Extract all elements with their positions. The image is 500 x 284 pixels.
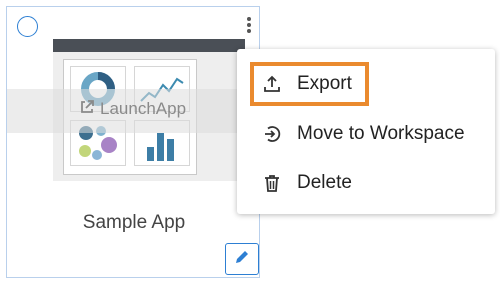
pencil-icon bbox=[234, 249, 250, 270]
export-highlight-box bbox=[250, 62, 369, 106]
arrow-circle-right-icon bbox=[261, 123, 283, 145]
launch-app-label: LaunchApp bbox=[100, 99, 187, 118]
trash-icon bbox=[261, 172, 283, 194]
select-checkbox[interactable] bbox=[17, 16, 38, 37]
launch-app-link[interactable]: LaunchApp bbox=[79, 97, 186, 121]
external-link-icon bbox=[79, 99, 95, 120]
context-menu: Export Move to Workspace Delete bbox=[237, 49, 495, 214]
app-card[interactable]: LaunchApp Sample App bbox=[6, 6, 260, 278]
menu-item-label: Delete bbox=[297, 172, 352, 193]
menu-item-delete[interactable]: Delete bbox=[237, 163, 495, 203]
thumbnail-header-bar bbox=[53, 39, 245, 52]
more-options-icon[interactable] bbox=[243, 16, 255, 38]
menu-item-label: Move to Workspace bbox=[297, 123, 465, 144]
app-title: Sample App bbox=[82, 212, 186, 233]
menu-item-move-to-workspace[interactable]: Move to Workspace bbox=[237, 114, 495, 154]
edit-button[interactable] bbox=[225, 243, 259, 275]
